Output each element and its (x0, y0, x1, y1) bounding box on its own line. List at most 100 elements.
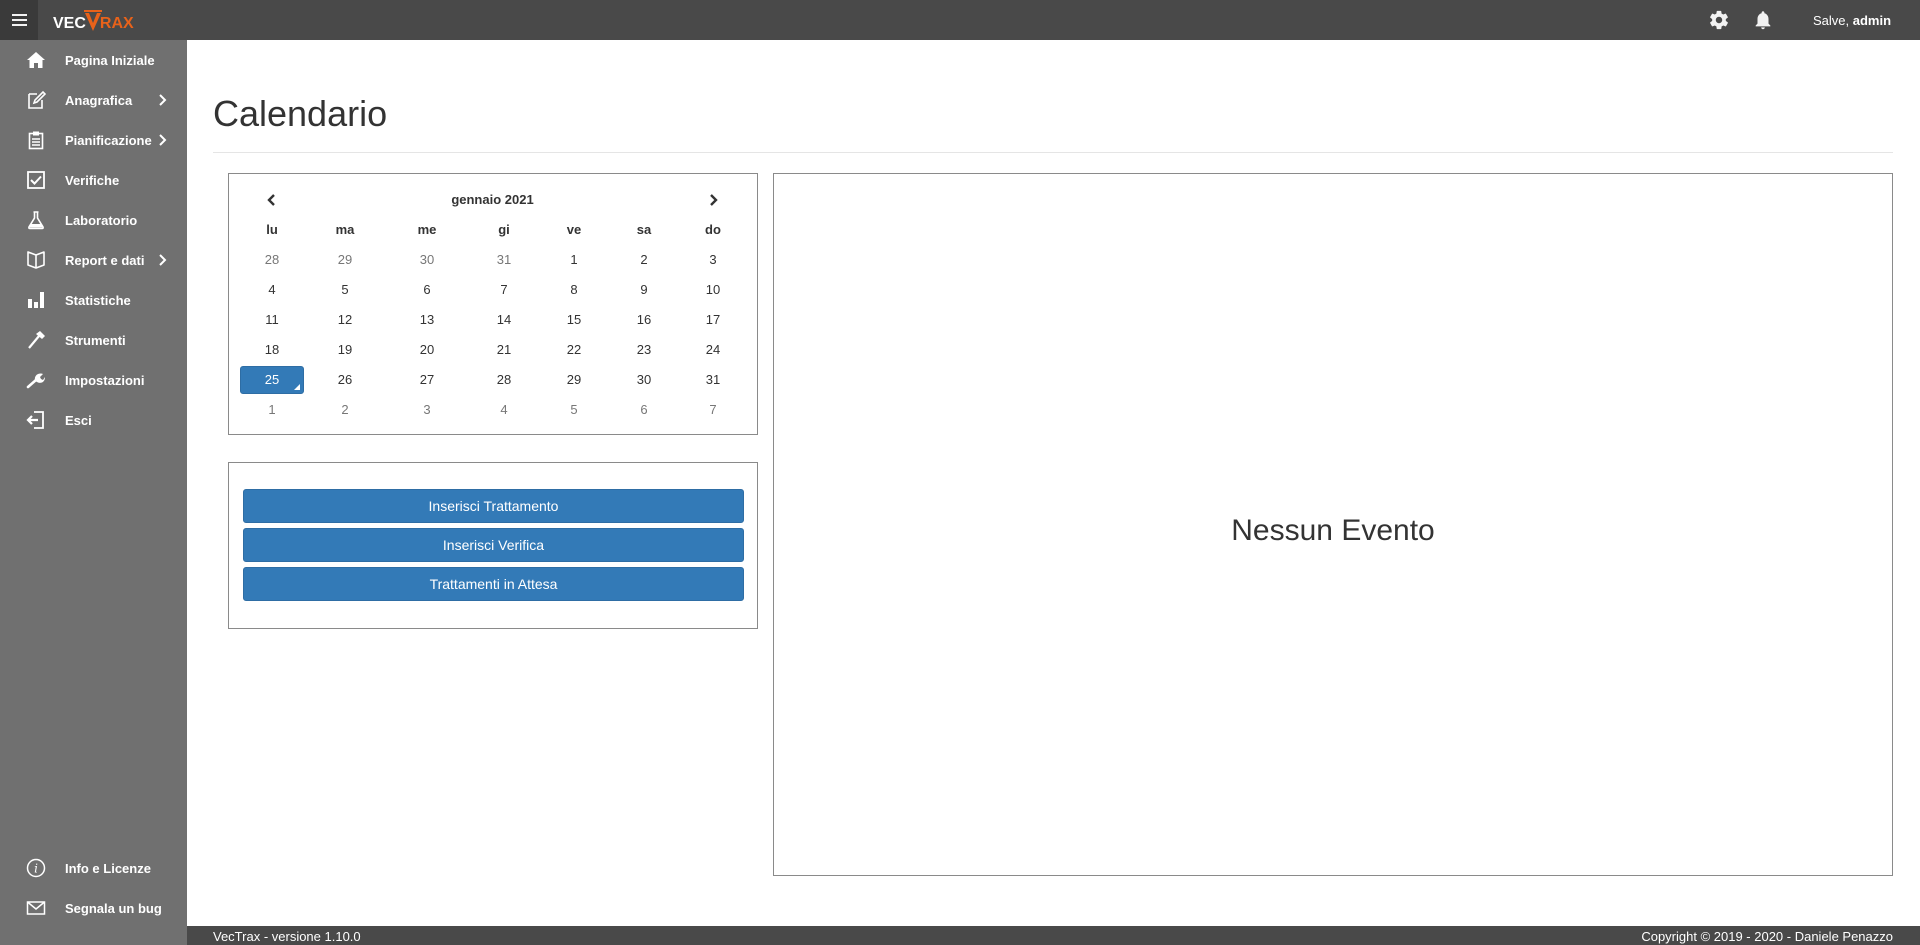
sidebar-item-laboratorio[interactable]: Laboratorio (0, 200, 187, 240)
menu-toggle-button[interactable] (0, 0, 38, 40)
user-greeting[interactable]: Salve, admin (1813, 13, 1891, 28)
calendar-day[interactable]: 4 (472, 396, 536, 424)
calendar-day[interactable]: 22 (542, 336, 606, 364)
sidebar-item-label: Laboratorio (65, 212, 138, 228)
sidebar-item-statistiche[interactable]: Statistiche (0, 280, 187, 320)
bar-chart-icon (28, 292, 44, 308)
calendar-day[interactable]: 9 (612, 276, 676, 304)
insert-treatment-button[interactable]: Inserisci Trattamento (243, 489, 744, 523)
actions-panel: Inserisci Trattamento Inserisci Verifica… (228, 462, 758, 629)
calendar-day[interactable]: 12 (313, 306, 377, 334)
calendar-day[interactable]: 20 (395, 336, 459, 364)
edit-note-icon (28, 90, 46, 109)
sidebar-item-label: Segnala un bug (65, 900, 162, 916)
calendar-day[interactable]: 24 (681, 336, 745, 364)
page-title: Calendario (213, 93, 388, 134)
pending-treatments-button[interactable]: Trattamenti in Attesa (243, 567, 744, 601)
calendar-day[interactable]: 31 (472, 246, 536, 274)
logo-text-left: VEC (53, 15, 86, 32)
sidebar-item-report-e-dati[interactable]: Report e dati (0, 240, 187, 280)
calendar-day[interactable]: 1 (542, 246, 606, 274)
calendar-day[interactable]: 8 (542, 276, 606, 304)
book-icon (27, 251, 45, 269)
sidebar-item-label: Esci (65, 412, 92, 428)
calendar-day-selected[interactable]: 25 (240, 366, 304, 394)
chevron-right-icon (159, 254, 167, 266)
calendar-day[interactable]: 4 (240, 276, 304, 304)
calendar-day[interactable]: 29 (542, 366, 606, 394)
calendar-day[interactable]: 5 (542, 396, 606, 424)
calendar-day[interactable]: 6 (395, 276, 459, 304)
calendar-day[interactable]: 18 (240, 336, 304, 364)
bell-icon[interactable] (1752, 9, 1774, 31)
logo-text-right: RAX (99, 15, 134, 32)
sidebar-item-esci[interactable]: Esci (0, 400, 187, 440)
sidebar-item-label: Verifiche (65, 172, 120, 188)
copyright-text: Copyright © 2019 - 2020 - Daniele Penazz… (1641, 929, 1893, 944)
calendar-day[interactable]: 11 (240, 306, 304, 334)
calendar-day[interactable]: 17 (681, 306, 745, 334)
svg-text:i: i (34, 862, 38, 876)
settings-gear-icon[interactable] (1708, 9, 1730, 31)
calendar-day[interactable]: 30 (612, 366, 676, 394)
sidebar-item-label: Pagina Iniziale (65, 52, 155, 68)
month-label: gennaio 2021 (451, 192, 534, 207)
calendar-day[interactable]: 6 (612, 396, 676, 424)
calendar-day[interactable]: 29 (313, 246, 377, 274)
calendar-day[interactable]: 13 (395, 306, 459, 334)
calendar-month-title[interactable]: gennaio 2021 (229, 192, 759, 207)
calendar-day[interactable]: 1 (240, 396, 304, 424)
calendar-day[interactable]: 3 (681, 246, 745, 274)
next-month-button[interactable] (699, 188, 729, 212)
version-text: VecTrax - versione 1.10.0 (213, 929, 361, 944)
sidebar-item-segnala-un-bug[interactable]: Segnala un bug (0, 888, 187, 928)
calendar-day[interactable]: 23 (612, 336, 676, 364)
calendar-day[interactable]: 28 (472, 366, 536, 394)
home-icon (27, 52, 45, 68)
sidebar-item-strumenti[interactable]: Strumenti (0, 320, 187, 360)
weekday-header: do (705, 222, 721, 237)
calendar-day[interactable]: 31 (681, 366, 745, 394)
logout-icon (26, 411, 44, 429)
sidebar-item-verifiche[interactable]: Verifiche (0, 160, 187, 200)
sidebar-item-label: Pianificazione (65, 132, 152, 148)
sidebar-item-pianificazione[interactable]: Pianificazione (0, 120, 187, 160)
calendar-day[interactable]: 10 (681, 276, 745, 304)
insert-check-button[interactable]: Inserisci Verifica (243, 528, 744, 562)
clipboard-icon (28, 131, 44, 150)
chevron-right-icon (159, 134, 167, 146)
app-logo[interactable]: VEC RAX (53, 7, 134, 33)
calendar-day[interactable]: 5 (313, 276, 377, 304)
calendar-day[interactable]: 2 (612, 246, 676, 274)
greeting-prefix: Salve, (1813, 13, 1853, 28)
weekday-header: ma (335, 222, 355, 237)
sidebar-item-info-e-licenze[interactable]: i Info e Licenze (0, 848, 187, 888)
chevron-right-icon (710, 194, 718, 206)
hammer-icon (28, 331, 45, 349)
calendar-day[interactable]: 21 (472, 336, 536, 364)
calendar-day[interactable]: 16 (612, 306, 676, 334)
sidebar-item-impostazioni[interactable]: Impostazioni (0, 360, 187, 400)
sidebar-item-pagina-iniziale[interactable]: Pagina Iniziale (0, 40, 187, 80)
calendar-day[interactable]: 19 (313, 336, 377, 364)
calendar-day[interactable]: 14 (472, 306, 536, 334)
menu-icon (11, 14, 27, 26)
sidebar-item-anagrafica[interactable]: Anagrafica (0, 80, 187, 120)
no-events-message: Nessun Evento (1231, 514, 1435, 547)
weekday-header: lu (266, 222, 278, 237)
weekday-header: sa (636, 222, 652, 237)
calendar-day[interactable]: 7 (472, 276, 536, 304)
calendar-day[interactable]: 28 (240, 246, 304, 274)
calendar-day[interactable]: 15 (542, 306, 606, 334)
weekday-header: me (417, 222, 437, 237)
checkbox-icon (27, 171, 45, 189)
calendar-day[interactable]: 27 (395, 366, 459, 394)
calendar-day[interactable]: 30 (395, 246, 459, 274)
calendar-day[interactable]: 26 (313, 366, 377, 394)
calendar-day[interactable]: 3 (395, 396, 459, 424)
footer: VecTrax - versione 1.10.0 Copyright © 20… (187, 926, 1920, 945)
sidebar-item-label: Info e Licenze (65, 860, 151, 876)
calendar-day[interactable]: 2 (313, 396, 377, 424)
calendar-day[interactable]: 7 (681, 396, 745, 424)
sidebar-item-label: Impostazioni (65, 372, 145, 388)
